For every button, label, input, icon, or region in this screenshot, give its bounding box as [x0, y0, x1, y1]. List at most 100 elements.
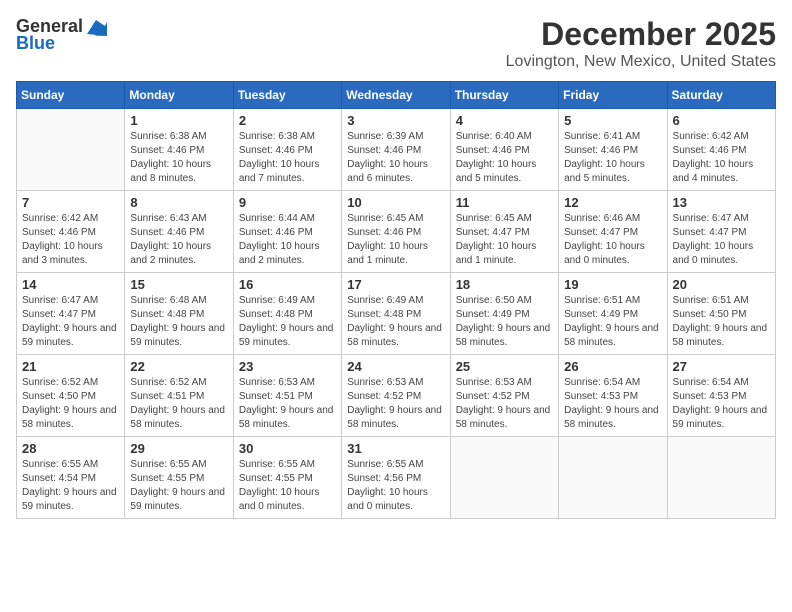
day-info: Sunrise: 6:45 AMSunset: 4:46 PMDaylight:… — [347, 212, 444, 268]
calendar-cell: 19 Sunrise: 6:51 AMSunset: 4:49 PMDayligh… — [559, 273, 667, 355]
day-number: 22 — [130, 359, 227, 374]
day-number: 19 — [564, 277, 661, 292]
day-info: Sunrise: 6:49 AMSunset: 4:48 PMDaylight:… — [347, 294, 444, 350]
day-number: 1 — [130, 113, 227, 128]
calendar-cell: 30 Sunrise: 6:55 AMSunset: 4:55 PMDayligh… — [233, 437, 341, 519]
calendar-week-row: 1 Sunrise: 6:38 AMSunset: 4:46 PMDaylight… — [17, 109, 776, 191]
day-info: Sunrise: 6:46 AMSunset: 4:47 PMDaylight:… — [564, 212, 661, 268]
calendar-cell: 7 Sunrise: 6:42 AMSunset: 4:46 PMDaylight… — [17, 191, 125, 273]
day-info: Sunrise: 6:53 AMSunset: 4:52 PMDaylight:… — [456, 376, 553, 432]
day-info: Sunrise: 6:47 AMSunset: 4:47 PMDaylight:… — [22, 294, 119, 350]
day-number: 20 — [673, 277, 770, 292]
calendar-header-row: SundayMondayTuesdayWednesdayThursdayFrid… — [17, 82, 776, 109]
title-block: December 2025 Lovington, New Mexico, Uni… — [506, 16, 776, 71]
calendar-cell: 12Sunrise: 6:46 AMSunset: 4:47 PMDayligh… — [559, 191, 667, 273]
day-number: 31 — [347, 441, 444, 456]
day-info: Sunrise: 6:38 AMSunset: 4:46 PMDaylight:… — [130, 130, 227, 186]
day-number: 27 — [673, 359, 770, 374]
calendar-cell — [667, 437, 775, 519]
day-info: Sunrise: 6:55 AMSunset: 4:55 PMDaylight:… — [130, 458, 227, 514]
calendar-cell: 27 Sunrise: 6:54 AMSunset: 4:53 PMDayligh… — [667, 355, 775, 437]
day-number: 13 — [673, 195, 770, 210]
calendar-week-row: 7 Sunrise: 6:42 AMSunset: 4:46 PMDaylight… — [17, 191, 776, 273]
calendar-cell: 24 Sunrise: 6:53 AMSunset: 4:52 PMDayligh… — [342, 355, 450, 437]
calendar-cell: 1 Sunrise: 6:38 AMSunset: 4:46 PMDaylight… — [125, 109, 233, 191]
day-number: 2 — [239, 113, 336, 128]
day-info: Sunrise: 6:42 AMSunset: 4:46 PMDaylight:… — [22, 212, 119, 268]
calendar-cell: 16 Sunrise: 6:49 AMSunset: 4:48 PMDayligh… — [233, 273, 341, 355]
calendar-cell: 6Sunrise: 6:42 AMSunset: 4:46 PMDaylight… — [667, 109, 775, 191]
calendar-header-friday: Friday — [559, 82, 667, 109]
calendar-cell: 14 Sunrise: 6:47 AMSunset: 4:47 PMDayligh… — [17, 273, 125, 355]
day-info: Sunrise: 6:41 AMSunset: 4:46 PMDaylight:… — [564, 130, 661, 186]
calendar-cell: 17Sunrise: 6:49 AMSunset: 4:48 PMDayligh… — [342, 273, 450, 355]
calendar-cell: 18Sunrise: 6:50 AMSunset: 4:49 PMDayligh… — [450, 273, 558, 355]
day-number: 24 — [347, 359, 444, 374]
calendar-cell: 21 Sunrise: 6:52 AMSunset: 4:50 PMDayligh… — [17, 355, 125, 437]
calendar-cell: 4 Sunrise: 6:40 AMSunset: 4:46 PMDaylight… — [450, 109, 558, 191]
logo-blue-text: Blue — [16, 33, 55, 54]
day-number: 18 — [456, 277, 553, 292]
calendar-header-tuesday: Tuesday — [233, 82, 341, 109]
calendar-cell: 26Sunrise: 6:54 AMSunset: 4:53 PMDayligh… — [559, 355, 667, 437]
day-number: 9 — [239, 195, 336, 210]
day-info: Sunrise: 6:51 AMSunset: 4:49 PMDaylight:… — [564, 294, 661, 350]
calendar-cell: 31 Sunrise: 6:55 AMSunset: 4:56 PMDayligh… — [342, 437, 450, 519]
day-info: Sunrise: 6:38 AMSunset: 4:46 PMDaylight:… — [239, 130, 336, 186]
calendar-table: SundayMondayTuesdayWednesdayThursdayFrid… — [16, 81, 776, 519]
day-number: 3 — [347, 113, 444, 128]
day-number: 21 — [22, 359, 119, 374]
day-info: Sunrise: 6:39 AMSunset: 4:46 PMDaylight:… — [347, 130, 444, 186]
day-info: Sunrise: 6:55 AMSunset: 4:54 PMDaylight:… — [22, 458, 119, 514]
day-info: Sunrise: 6:45 AMSunset: 4:47 PMDaylight:… — [456, 212, 553, 268]
calendar-cell: 22 Sunrise: 6:52 AMSunset: 4:51 PMDayligh… — [125, 355, 233, 437]
day-number: 14 — [22, 277, 119, 292]
day-info: Sunrise: 6:55 AMSunset: 4:56 PMDaylight:… — [347, 458, 444, 514]
calendar-cell: 25Sunrise: 6:53 AMSunset: 4:52 PMDayligh… — [450, 355, 558, 437]
logo-icon — [85, 18, 107, 36]
calendar-cell: 8Sunrise: 6:43 AMSunset: 4:46 PMDaylight… — [125, 191, 233, 273]
day-info: Sunrise: 6:53 AMSunset: 4:52 PMDaylight:… — [347, 376, 444, 432]
day-number: 30 — [239, 441, 336, 456]
calendar-cell: 15Sunrise: 6:48 AMSunset: 4:48 PMDayligh… — [125, 273, 233, 355]
day-number: 11 — [456, 195, 553, 210]
calendar-cell: 20Sunrise: 6:51 AMSunset: 4:50 PMDayligh… — [667, 273, 775, 355]
calendar-cell: 2 Sunrise: 6:38 AMSunset: 4:46 PMDaylight… — [233, 109, 341, 191]
day-number: 16 — [239, 277, 336, 292]
day-info: Sunrise: 6:42 AMSunset: 4:46 PMDaylight:… — [673, 130, 770, 186]
calendar-cell: 23Sunrise: 6:53 AMSunset: 4:51 PMDayligh… — [233, 355, 341, 437]
day-info: Sunrise: 6:48 AMSunset: 4:48 PMDaylight:… — [130, 294, 227, 350]
calendar-cell — [559, 437, 667, 519]
calendar-cell: 5 Sunrise: 6:41 AMSunset: 4:46 PMDaylight… — [559, 109, 667, 191]
calendar-week-row: 28 Sunrise: 6:55 AMSunset: 4:54 PMDayligh… — [17, 437, 776, 519]
calendar-cell: 9 Sunrise: 6:44 AMSunset: 4:46 PMDaylight… — [233, 191, 341, 273]
day-info: Sunrise: 6:54 AMSunset: 4:53 PMDaylight:… — [673, 376, 770, 432]
day-info: Sunrise: 6:52 AMSunset: 4:51 PMDaylight:… — [130, 376, 227, 432]
day-info: Sunrise: 6:40 AMSunset: 4:46 PMDaylight:… — [456, 130, 553, 186]
day-number: 5 — [564, 113, 661, 128]
location-title: Lovington, New Mexico, United States — [506, 53, 776, 71]
day-number: 10 — [347, 195, 444, 210]
day-number: 29 — [130, 441, 227, 456]
calendar-cell: 11 Sunrise: 6:45 AMSunset: 4:47 PMDayligh… — [450, 191, 558, 273]
calendar-cell — [450, 437, 558, 519]
day-info: Sunrise: 6:47 AMSunset: 4:47 PMDaylight:… — [673, 212, 770, 268]
day-number: 8 — [130, 195, 227, 210]
day-number: 4 — [456, 113, 553, 128]
day-info: Sunrise: 6:54 AMSunset: 4:53 PMDaylight:… — [564, 376, 661, 432]
day-number: 7 — [22, 195, 119, 210]
calendar-header-thursday: Thursday — [450, 82, 558, 109]
day-number: 28 — [22, 441, 119, 456]
calendar-cell: 10 Sunrise: 6:45 AMSunset: 4:46 PMDayligh… — [342, 191, 450, 273]
day-info: Sunrise: 6:49 AMSunset: 4:48 PMDaylight:… — [239, 294, 336, 350]
day-info: Sunrise: 6:55 AMSunset: 4:55 PMDaylight:… — [239, 458, 336, 514]
calendar-cell: 28 Sunrise: 6:55 AMSunset: 4:54 PMDayligh… — [17, 437, 125, 519]
calendar-week-row: 14 Sunrise: 6:47 AMSunset: 4:47 PMDayligh… — [17, 273, 776, 355]
day-info: Sunrise: 6:52 AMSunset: 4:50 PMDaylight:… — [22, 376, 119, 432]
calendar-cell — [17, 109, 125, 191]
calendar-header-sunday: Sunday — [17, 82, 125, 109]
calendar-header-monday: Monday — [125, 82, 233, 109]
page-header: General Blue December 2025 Lovington, Ne… — [16, 16, 776, 71]
day-info: Sunrise: 6:44 AMSunset: 4:46 PMDaylight:… — [239, 212, 336, 268]
logo: General Blue — [16, 16, 107, 54]
